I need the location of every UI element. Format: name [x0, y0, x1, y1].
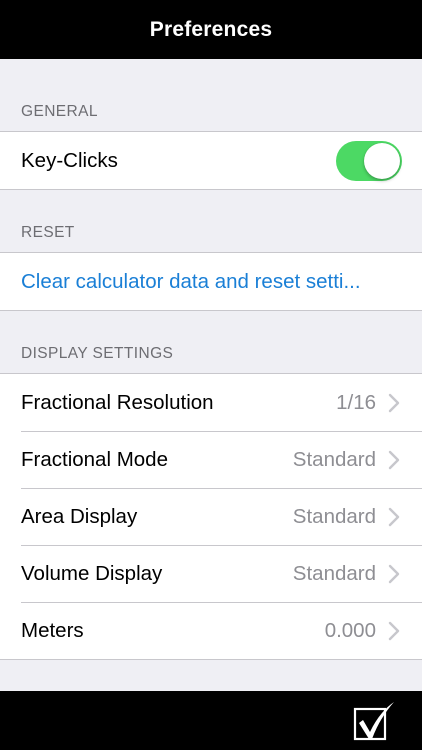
- row-label: Volume Display: [21, 561, 163, 585]
- row-label: Area Display: [21, 504, 138, 528]
- fractional-mode-row[interactable]: Fractional Mode Standard: [0, 431, 422, 488]
- row-value: Standard: [292, 561, 376, 585]
- clear-data-row[interactable]: Clear calculator data and reset setti...: [0, 253, 422, 310]
- chevron-right-icon: [388, 450, 400, 469]
- key-clicks-row: Key-Clicks: [0, 132, 422, 189]
- section-header-display-settings: DISPLAY SETTINGS: [21, 345, 174, 362]
- meters-row[interactable]: Meters 0.000: [0, 602, 422, 659]
- key-clicks-label: Key-Clicks: [21, 148, 118, 172]
- fractional-resolution-row[interactable]: Fractional Resolution 1/16: [0, 374, 422, 431]
- row-value: Standard: [292, 447, 376, 471]
- clear-data-link[interactable]: Clear calculator data and reset setti...: [21, 270, 361, 294]
- chevron-right-icon: [388, 564, 400, 583]
- page-title: Preferences: [149, 17, 273, 41]
- row-label: Meters: [21, 618, 84, 642]
- toggle-knob: [364, 142, 400, 179]
- checkbox-check-icon[interactable]: [352, 699, 396, 743]
- chevron-right-icon: [388, 507, 400, 526]
- row-label: Fractional Resolution: [21, 390, 214, 414]
- section-header-reset: RESET: [21, 224, 75, 241]
- row-value: 0.000: [324, 618, 376, 642]
- navigation-bar: Preferences: [0, 0, 422, 59]
- row-value: Standard: [292, 504, 376, 528]
- row-label: Fractional Mode: [21, 447, 168, 471]
- general-group: Key-Clicks: [0, 131, 422, 190]
- key-clicks-toggle[interactable]: [336, 140, 402, 181]
- bottom-toolbar: [0, 691, 422, 750]
- volume-display-row[interactable]: Volume Display Standard: [0, 545, 422, 602]
- chevron-right-icon: [388, 621, 400, 640]
- reset-group: Clear calculator data and reset setti...: [0, 252, 422, 311]
- display-settings-group: Fractional Resolution 1/16 Fractional Mo…: [0, 373, 422, 660]
- row-value: 1/16: [336, 390, 376, 414]
- section-header-general: GENERAL: [21, 103, 98, 120]
- area-display-row[interactable]: Area Display Standard: [0, 488, 422, 545]
- chevron-right-icon: [388, 393, 400, 412]
